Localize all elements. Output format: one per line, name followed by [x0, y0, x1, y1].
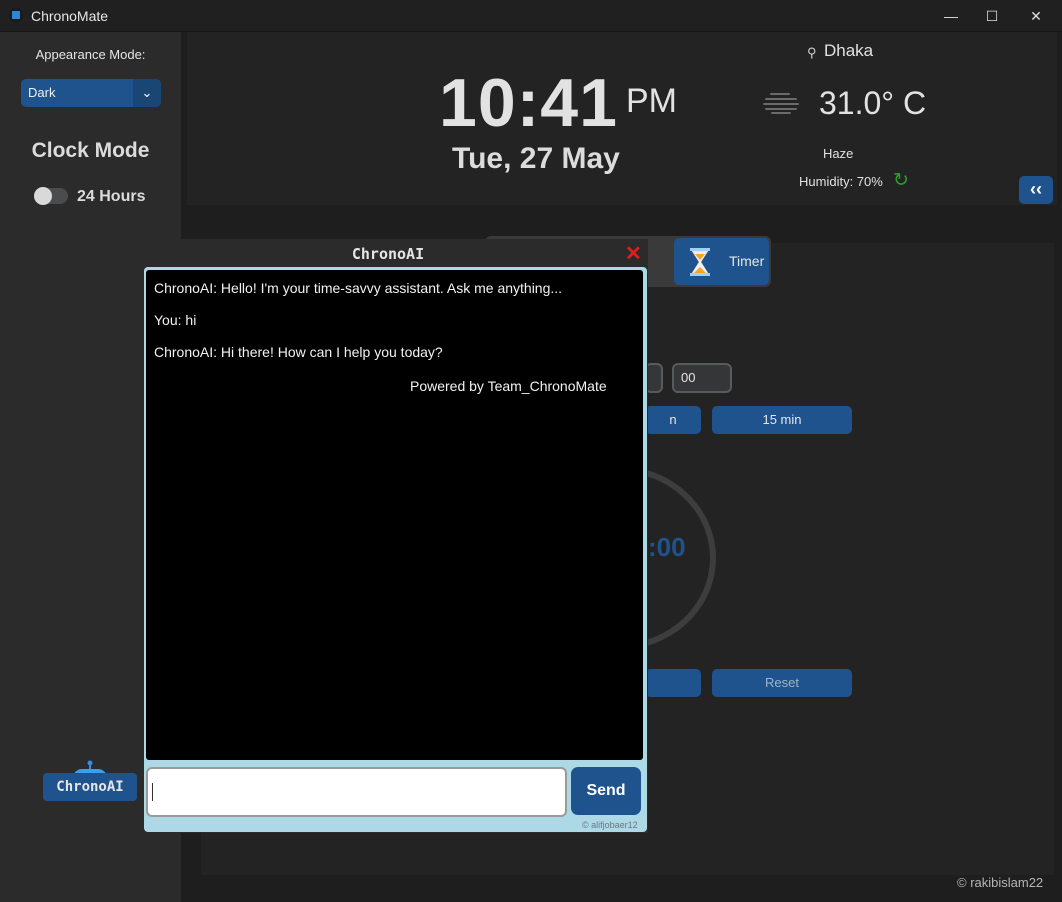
double-chevron-left-icon[interactable]: ‹‹ [1019, 176, 1053, 204]
chevron-down-icon[interactable]: ⌄ [133, 79, 161, 107]
chat-message: ChronoAI: Hello! I'm your time-savvy ass… [154, 280, 563, 296]
dialog-credit: © alifjobaer12 [582, 820, 638, 830]
preset-partial-label: n [669, 412, 677, 427]
chat-log[interactable]: ChronoAI: Hello! I'm your time-savvy ass… [146, 270, 643, 760]
powered-by-text: Powered by Team_ChronoMate [410, 378, 607, 394]
preset-button-partial[interactable]: n [645, 406, 701, 434]
dialog-title: ChronoAI [351, 245, 425, 263]
chronoai-dialog: ChronoAI ✕ ChronoAI: Hello! I'm your tim… [143, 239, 648, 833]
weather-temperature: 31.0° C [819, 85, 927, 121]
preset-15-min-label: 15 min [762, 412, 802, 427]
close-icon[interactable]: ✕ [1026, 6, 1046, 26]
close-icon[interactable]: ✕ [625, 241, 642, 266]
appearance-mode-label: Appearance Mode: [35, 47, 146, 62]
appearance-mode-select[interactable]: Dark ⌄ [21, 79, 161, 107]
chat-input[interactable] [146, 767, 567, 817]
tab-timer-label: Timer [729, 253, 765, 269]
footer-credit: © rakibislam22 [957, 875, 1044, 890]
chronoai-button[interactable]: ChronoAI [43, 773, 137, 801]
appearance-mode-value: Dark [28, 85, 56, 100]
chat-message: You: hi [154, 312, 197, 328]
maximize-icon[interactable]: ☐ [982, 6, 1002, 26]
24-hour-toggle-label: 24 Hours [77, 188, 146, 205]
reset-button[interactable]: Reset [712, 669, 852, 697]
countdown-display: :00 [648, 532, 686, 562]
hourglass-icon [690, 248, 710, 276]
tab-timer[interactable]: Timer [674, 238, 769, 285]
chat-message: ChronoAI: Hi there! How can I help you t… [154, 344, 443, 360]
window-title: ChronoMate [31, 8, 109, 24]
clock-date: Tue, 27 May [452, 142, 620, 175]
clock-ampm: PM [626, 82, 677, 120]
weather-humidity: Humidity: 70% [799, 174, 883, 189]
start-button-partial[interactable] [645, 669, 701, 697]
app-icon [9, 8, 23, 22]
refresh-icon[interactable]: ↻ [893, 169, 909, 192]
location-pin-icon: ⚲ [807, 45, 817, 60]
reset-label: Reset [765, 675, 799, 690]
minimize-icon[interactable]: — [941, 6, 961, 26]
weather-condition: Haze [823, 146, 854, 161]
haze-icon [763, 93, 799, 114]
send-button[interactable]: Send [571, 767, 641, 815]
seconds-field-value: 00 [681, 370, 696, 385]
24-hour-toggle[interactable] [34, 187, 68, 205]
toggle-knob [34, 187, 52, 205]
chat-frame: ChronoAI: Hello! I'm your time-savvy ass… [144, 267, 647, 832]
clock-weather-panel: 10:41 PM Tue, 27 May ⚲ Dhaka 31.0° C Haz… [187, 32, 1057, 205]
clock-time: 10:41 [439, 65, 618, 141]
seconds-field[interactable]: 00 [672, 363, 732, 393]
clock-mode-title: Clock Mode [31, 139, 150, 162]
title-bar: ChronoMate — ☐ ✕ [0, 0, 1062, 32]
weather-city: Dhaka [824, 41, 874, 60]
text-caret [152, 783, 153, 801]
preset-15-min-button[interactable]: 15 min [712, 406, 852, 434]
